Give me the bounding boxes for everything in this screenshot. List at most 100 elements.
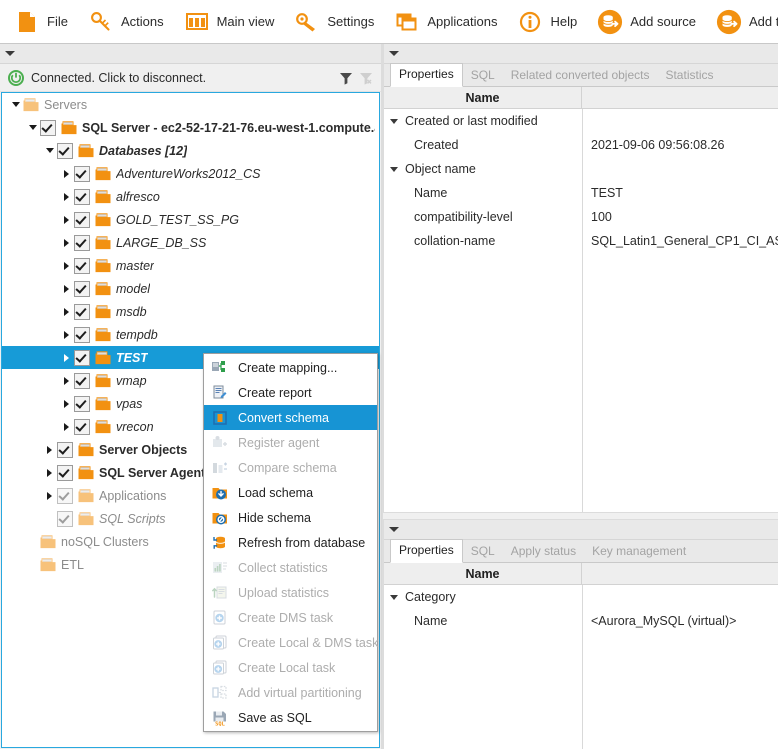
tree-expander-collapsed-icon[interactable]: [59, 392, 74, 415]
horizontal-splitter[interactable]: [383, 512, 778, 520]
property-group-caret-icon[interactable]: [390, 167, 398, 172]
tree-item-checkbox[interactable]: [74, 258, 90, 274]
context-menu-item[interactable]: Create report: [204, 380, 377, 405]
property-row[interactable]: compatibility-level100: [384, 205, 778, 229]
property-row[interactable]: Name<Aurora_MySQL (virtual)>: [384, 609, 778, 633]
tree-expander-collapsed-icon[interactable]: [59, 369, 74, 392]
tab-properties[interactable]: Properties: [390, 539, 463, 563]
tree-item-checkbox[interactable]: [57, 465, 73, 481]
tree-item-checkbox[interactable]: [74, 212, 90, 228]
tree-item-checkbox[interactable]: [74, 166, 90, 182]
tree-expander-collapsed-icon[interactable]: [59, 208, 74, 231]
tree-item-checkbox[interactable]: [74, 419, 90, 435]
toolbar-item-applications[interactable]: Applications: [394, 9, 497, 35]
tab-sql[interactable]: SQL: [463, 541, 503, 562]
tab-apply-status[interactable]: Apply status: [503, 541, 584, 562]
left-panel-collapse-caret-icon[interactable]: [5, 51, 15, 56]
tree-item-checkbox[interactable]: [57, 488, 73, 504]
connection-status-bar[interactable]: Connected. Click to disconnect.: [0, 64, 381, 92]
tree-item[interactable]: master: [2, 254, 379, 277]
tab-sql[interactable]: SQL: [463, 65, 503, 86]
convert-schema-icon: [211, 409, 229, 427]
context-menu-item[interactable]: Convert schema: [204, 405, 377, 430]
register-agent-icon: [211, 434, 229, 452]
tree-item[interactable]: GOLD_TEST_SS_PG: [2, 208, 379, 231]
tree-expander-collapsed-icon[interactable]: [59, 300, 74, 323]
property-group-caret-icon[interactable]: [390, 119, 398, 124]
tree-item-checkbox[interactable]: [57, 511, 73, 527]
property-row[interactable]: Created or last modified: [384, 109, 778, 133]
tree-item-checkbox[interactable]: [74, 304, 90, 320]
property-row[interactable]: collation-nameSQL_Latin1_General_CP1_CI_…: [384, 229, 778, 253]
property-row[interactable]: NameTEST: [384, 181, 778, 205]
toolbar-item-settings[interactable]: Settings: [294, 9, 374, 35]
tree-expander-collapsed-icon[interactable]: [42, 438, 57, 461]
context-menu-item[interactable]: Hide schema: [204, 505, 377, 530]
tree-item-checkbox[interactable]: [74, 235, 90, 251]
svg-text:SQL: SQL: [215, 721, 225, 726]
tree-expander-collapsed-icon[interactable]: [59, 185, 74, 208]
create-local-dms-task-icon: [211, 634, 229, 652]
top-right-collapse-caret-icon[interactable]: [389, 51, 399, 56]
top-right-property-grid[interactable]: Created or last modifiedCreated2021-09-0…: [384, 109, 778, 512]
tree-item-checkbox[interactable]: [74, 350, 90, 366]
tree-item-checkbox[interactable]: [57, 442, 73, 458]
property-row[interactable]: Object name: [384, 157, 778, 181]
toolbar-item-add-source[interactable]: Add source: [597, 9, 696, 35]
toolbar-item-help[interactable]: Help: [517, 9, 577, 35]
tree-expander-expanded-icon[interactable]: [8, 93, 23, 116]
tree-item[interactable]: tempdb: [2, 323, 379, 346]
tree-expander-expanded-icon[interactable]: [42, 139, 57, 162]
bottom-right-tabstrip[interactable]: PropertiesSQLApply statusKey management: [384, 540, 778, 563]
tree-expander-collapsed-icon[interactable]: [59, 346, 74, 369]
top-right-tabstrip[interactable]: PropertiesSQLRelated converted objectsSt…: [384, 64, 778, 87]
tree-item[interactable]: alfresco: [2, 185, 379, 208]
property-row[interactable]: Category: [384, 585, 778, 609]
tree-expander-collapsed-icon[interactable]: [59, 254, 74, 277]
bottom-right-property-grid[interactable]: CategoryName<Aurora_MySQL (virtual)>: [384, 585, 778, 749]
tree-item-checkbox[interactable]: [57, 143, 73, 159]
tab-properties[interactable]: Properties: [390, 63, 463, 87]
top-right-column-value: [582, 87, 778, 108]
tree-item-checkbox[interactable]: [74, 327, 90, 343]
tree-expander-collapsed-icon[interactable]: [59, 277, 74, 300]
toolbar-item-add-target[interactable]: Add target: [716, 9, 778, 35]
tree-expander-collapsed-icon[interactable]: [59, 415, 74, 438]
tree-item-checkbox[interactable]: [74, 373, 90, 389]
funnel-clear-icon[interactable]: [357, 69, 375, 87]
tree-item[interactable]: model: [2, 277, 379, 300]
context-menu-item-label: Create DMS task: [238, 611, 333, 625]
context-menu-item[interactable]: Refresh from database: [204, 530, 377, 555]
tree-item[interactable]: AdventureWorks2012_CS: [2, 162, 379, 185]
property-row[interactable]: Created2021-09-06 09:56:08.26: [384, 133, 778, 157]
toolbar-item-actions[interactable]: Actions: [88, 9, 164, 35]
tree-expander-collapsed-icon[interactable]: [42, 461, 57, 484]
tree-item-checkbox[interactable]: [74, 189, 90, 205]
toolbar-item-main-view[interactable]: Main view: [184, 9, 275, 35]
context-menu-item[interactable]: SQLSave as SQL: [204, 705, 377, 730]
tree-item[interactable]: Databases [12]: [2, 139, 379, 162]
bottom-right-collapse-caret-icon[interactable]: [389, 527, 399, 532]
tree-item-checkbox[interactable]: [40, 120, 56, 136]
property-group-caret-icon[interactable]: [390, 595, 398, 600]
tree-item-checkbox[interactable]: [74, 281, 90, 297]
context-menu-item[interactable]: Create mapping...: [204, 355, 377, 380]
tree-expander-collapsed-icon[interactable]: [59, 231, 74, 254]
tab-key-management[interactable]: Key management: [584, 541, 694, 562]
tree-item[interactable]: Servers: [2, 93, 379, 116]
tree-item[interactable]: LARGE_DB_SS: [2, 231, 379, 254]
tree-item[interactable]: SQL Server - ec2-52-17-21-76.eu-west-1.c…: [2, 116, 379, 139]
context-menu[interactable]: Create mapping...Create reportConvert sc…: [203, 353, 378, 732]
context-menu-item[interactable]: Load schema: [204, 480, 377, 505]
tree-expander-collapsed-icon[interactable]: [42, 484, 57, 507]
tree-expander-collapsed-icon[interactable]: [59, 323, 74, 346]
funnel-icon[interactable]: [337, 69, 355, 87]
tree-item-checkbox[interactable]: [74, 396, 90, 412]
tree-item[interactable]: msdb: [2, 300, 379, 323]
property-name-cell: collation-name: [384, 234, 582, 248]
tab-statistics[interactable]: Statistics: [657, 65, 721, 86]
tree-expander-expanded-icon[interactable]: [25, 116, 40, 139]
toolbar-item-file[interactable]: File: [14, 9, 68, 35]
tab-related-converted-objects[interactable]: Related converted objects: [503, 65, 658, 86]
tree-expander-collapsed-icon[interactable]: [59, 162, 74, 185]
